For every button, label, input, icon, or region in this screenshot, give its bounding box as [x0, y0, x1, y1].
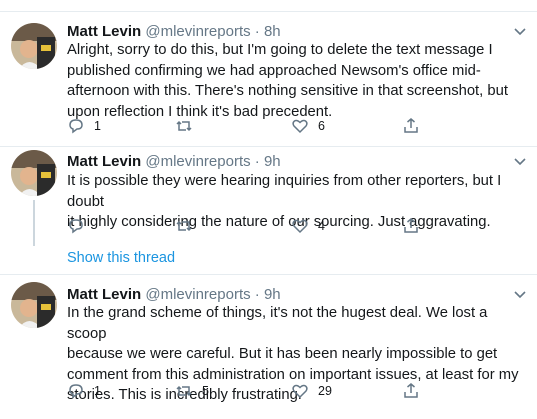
timestamp[interactable]: 8h — [264, 23, 281, 40]
reply-button[interactable]: 1 — [67, 381, 101, 401]
tweet-actions: 1 6 — [67, 116, 427, 136]
share-button[interactable] — [402, 116, 420, 136]
separator-dot: · — [254, 286, 260, 303]
like-count: 6 — [318, 119, 325, 133]
separator-dot: · — [254, 23, 260, 40]
author-name[interactable]: Matt Levin — [67, 286, 141, 303]
reply-icon — [69, 219, 83, 234]
tweet-3[interactable]: Matt Levin @mlevinreports · 9h In the gr… — [0, 276, 537, 419]
tweet-text: Alright, sorry to do this, but I'm going… — [67, 42, 508, 120]
heart-icon — [292, 384, 308, 399]
chevron-down-icon[interactable] — [513, 154, 527, 168]
tweet-actions: 1 5 29 — [67, 381, 427, 401]
retweet-icon — [176, 120, 192, 132]
avatar[interactable] — [11, 23, 57, 69]
author-name[interactable]: Matt Levin — [67, 23, 141, 40]
timestamp[interactable]: 9h — [264, 286, 281, 303]
reply-icon — [69, 119, 83, 134]
tweet-actions: 4 — [67, 216, 427, 236]
avatar[interactable] — [11, 150, 57, 196]
chevron-down-icon[interactable] — [513, 287, 527, 301]
share-icon — [404, 118, 418, 133]
retweet-icon — [176, 220, 192, 232]
show-thread-link[interactable]: Show this thread — [67, 250, 175, 266]
separator-dot: · — [254, 153, 260, 170]
chevron-down-icon[interactable] — [513, 24, 527, 38]
share-button[interactable] — [402, 216, 420, 236]
tweet-2[interactable]: Matt Levin @mlevinreports · 9h It is pos… — [0, 148, 537, 275]
author-handle[interactable]: @mlevinreports — [145, 153, 250, 170]
heart-icon — [292, 119, 308, 134]
author-handle[interactable]: @mlevinreports — [145, 23, 250, 40]
top-divider — [0, 0, 537, 12]
reply-button[interactable] — [67, 216, 94, 236]
reply-button[interactable]: 1 — [67, 116, 101, 136]
thread-line — [33, 200, 35, 246]
tweet-1[interactable]: Matt Levin @mlevinreports · 8h Alright, … — [0, 13, 537, 147]
heart-icon — [292, 219, 308, 234]
author-name[interactable]: Matt Levin — [67, 153, 141, 170]
reply-icon — [69, 384, 83, 399]
like-button[interactable]: 29 — [291, 381, 332, 401]
retweet-button[interactable]: 5 — [175, 381, 209, 401]
share-button[interactable] — [402, 381, 420, 401]
reply-count: 1 — [94, 119, 101, 133]
retweet-button[interactable] — [175, 116, 202, 136]
retweet-button[interactable] — [175, 216, 202, 236]
share-icon — [404, 218, 418, 233]
timestamp[interactable]: 9h — [264, 153, 281, 170]
share-icon — [404, 383, 418, 398]
like-button[interactable]: 4 — [291, 216, 325, 236]
author-handle[interactable]: @mlevinreports — [145, 286, 250, 303]
tweet-header: Matt Levin @mlevinreports · 9h — [67, 153, 281, 171]
tweet-header: Matt Levin @mlevinreports · 8h — [67, 23, 281, 41]
like-count: 29 — [318, 384, 332, 398]
reply-count: 1 — [94, 384, 101, 398]
retweet-icon — [176, 385, 192, 397]
tweet-header: Matt Levin @mlevinreports · 9h — [67, 286, 281, 304]
avatar[interactable] — [11, 282, 57, 328]
like-button[interactable]: 6 — [291, 116, 325, 136]
retweet-count: 5 — [202, 384, 209, 398]
like-count: 4 — [318, 219, 325, 233]
